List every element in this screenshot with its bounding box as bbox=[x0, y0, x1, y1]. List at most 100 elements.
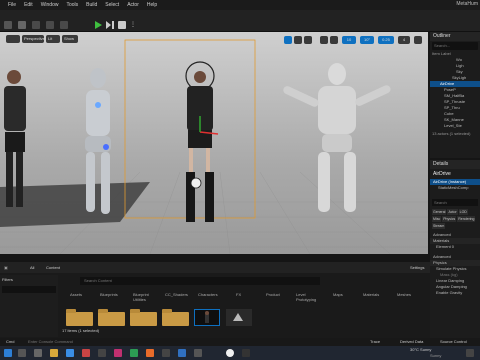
stop-icon[interactable] bbox=[118, 21, 126, 29]
menu-tools[interactable]: Tools bbox=[66, 2, 78, 8]
filters-title: Filters bbox=[2, 277, 13, 282]
app-icon[interactable] bbox=[98, 349, 106, 357]
weather-widget[interactable]: 30°C Sunny bbox=[410, 347, 446, 352]
menu-edit[interactable]: Edit bbox=[24, 2, 33, 8]
rotate-tool-button[interactable] bbox=[294, 36, 302, 44]
character-1 bbox=[4, 70, 26, 207]
filter-tab-rendering[interactable]: Rendering bbox=[457, 216, 476, 222]
folder-icon[interactable] bbox=[66, 309, 93, 326]
viewport-menu-button[interactable] bbox=[6, 35, 20, 43]
surface-snap-button[interactable] bbox=[330, 36, 338, 44]
select-mode-icon[interactable] bbox=[18, 21, 26, 29]
task-view-icon[interactable] bbox=[34, 349, 42, 357]
folder-icon[interactable] bbox=[162, 309, 189, 326]
physics-gravity-row[interactable]: Enable Gravity bbox=[430, 290, 480, 296]
app-icon[interactable] bbox=[146, 349, 154, 357]
details-panel: Details AirDrive AirDrive (Instance) Sta… bbox=[430, 160, 480, 338]
lit-button[interactable]: Lit bbox=[46, 35, 60, 43]
project-tab[interactable]: MetaHum bbox=[456, 1, 478, 7]
main-toolbar: ⋮ Platforms bbox=[0, 10, 480, 38]
play-icon[interactable] bbox=[94, 21, 102, 29]
add-actor-icon[interactable] bbox=[32, 21, 40, 29]
category-label: Meshes bbox=[397, 292, 412, 297]
scale-tool-button[interactable] bbox=[304, 36, 312, 44]
filter-tab-physics[interactable]: Physics bbox=[442, 216, 457, 222]
menu-bar: File Edit Window Tools Build Select Acto… bbox=[0, 0, 480, 10]
app-icon[interactable] bbox=[82, 349, 90, 357]
category-label: Product bbox=[266, 292, 280, 297]
start-icon[interactable] bbox=[4, 349, 12, 357]
cmd-label[interactable]: Cmd bbox=[6, 339, 14, 344]
app-icon[interactable] bbox=[242, 349, 250, 357]
filter-tab-lod[interactable]: LOD bbox=[458, 209, 468, 215]
level-viewport[interactable] bbox=[0, 32, 428, 254]
filter-tab-actor[interactable]: Actor bbox=[447, 209, 458, 215]
category-label: Level Prototyping bbox=[296, 292, 317, 302]
save-icon[interactable] bbox=[4, 21, 12, 29]
folder-icon[interactable] bbox=[130, 309, 157, 326]
outliner-search-input[interactable]: Search... bbox=[432, 42, 478, 50]
app-icon[interactable] bbox=[178, 349, 186, 357]
menu-window[interactable]: Window bbox=[41, 2, 59, 8]
scale-snap-value[interactable]: 0.25 bbox=[378, 36, 394, 44]
app-icon[interactable] bbox=[194, 349, 202, 357]
asset-thumbnail-mesh[interactable] bbox=[226, 309, 252, 326]
system-tray-icon[interactable] bbox=[466, 349, 474, 357]
maximize-viewport-icon[interactable] bbox=[414, 36, 422, 44]
asset-thumbnail-character[interactable] bbox=[194, 309, 220, 326]
source-control-button[interactable]: Source Control bbox=[440, 339, 467, 344]
category-label: Assets bbox=[70, 292, 83, 297]
filters-panel: Filters bbox=[0, 275, 58, 337]
settings-button[interactable]: Settings bbox=[410, 265, 424, 270]
folder-icon[interactable] bbox=[98, 309, 125, 326]
details-title: Details bbox=[430, 160, 480, 169]
translate-tool-button[interactable] bbox=[284, 36, 292, 44]
browser-icon[interactable] bbox=[66, 349, 74, 357]
show-button[interactable]: Show bbox=[62, 35, 78, 43]
filter-tab-general[interactable]: General bbox=[432, 209, 447, 215]
menu-build[interactable]: Build bbox=[86, 2, 97, 8]
world-local-button[interactable] bbox=[320, 36, 328, 44]
filter-tab-streaming[interactable]: Stream bbox=[432, 223, 446, 229]
menu-select[interactable]: Select bbox=[105, 2, 119, 8]
taskbar-search-icon[interactable] bbox=[18, 349, 26, 357]
outliner-panel: Outliner Search... Item Label Wo Ligh Sk… bbox=[430, 32, 480, 158]
filters-search-input[interactable] bbox=[2, 286, 56, 293]
console-input[interactable]: Enter Console Command bbox=[28, 339, 73, 344]
rotation-snap-value[interactable]: 10° bbox=[360, 36, 374, 44]
more-options-icon[interactable]: ⋮ bbox=[130, 21, 138, 29]
trace-button[interactable]: Trace bbox=[370, 339, 380, 344]
app-icon[interactable] bbox=[162, 349, 170, 357]
component-child[interactable]: StaticMeshComp bbox=[430, 185, 480, 191]
grid-snap-value[interactable]: 10 bbox=[342, 36, 356, 44]
character-4 bbox=[283, 63, 391, 212]
outliner-row[interactable]: Level_Ste bbox=[430, 123, 480, 129]
content-search-input[interactable]: Search Content bbox=[80, 277, 320, 285]
details-search-input[interactable]: Search bbox=[432, 199, 478, 206]
perspective-button[interactable]: Perspective bbox=[22, 35, 45, 43]
path-all[interactable]: All bbox=[30, 265, 34, 270]
cinematics-icon[interactable] bbox=[60, 21, 68, 29]
category-label: Maps bbox=[333, 292, 343, 297]
path-content[interactable]: Content bbox=[46, 265, 60, 270]
app-icon[interactable] bbox=[130, 349, 138, 357]
character-3-selected bbox=[185, 61, 219, 222]
menu-file[interactable]: File bbox=[8, 2, 16, 8]
skip-icon[interactable] bbox=[106, 21, 114, 29]
add-button[interactable]: ▣ bbox=[4, 265, 8, 270]
outliner-title: Outliner bbox=[430, 32, 480, 41]
unreal-engine-icon[interactable] bbox=[226, 349, 234, 357]
camera-speed-value[interactable]: 4 bbox=[398, 36, 410, 44]
menu-actor[interactable]: Actor bbox=[127, 2, 139, 8]
derived-data-button[interactable]: Derived Data bbox=[400, 339, 423, 344]
app-icon[interactable] bbox=[114, 349, 122, 357]
category-label: Materials bbox=[363, 292, 380, 297]
menu-help[interactable]: Help bbox=[147, 2, 157, 8]
status-bar: Cmd Enter Console Command Trace Derived … bbox=[0, 338, 480, 346]
blueprint-icon[interactable] bbox=[46, 21, 54, 29]
filter-tab-misc[interactable]: Misc bbox=[432, 216, 442, 222]
material-element-label: Element 0 bbox=[436, 244, 455, 249]
file-explorer-icon[interactable] bbox=[50, 349, 58, 357]
details-actor-name[interactable]: AirDrive bbox=[430, 169, 480, 179]
category-label: Characters bbox=[198, 292, 218, 297]
